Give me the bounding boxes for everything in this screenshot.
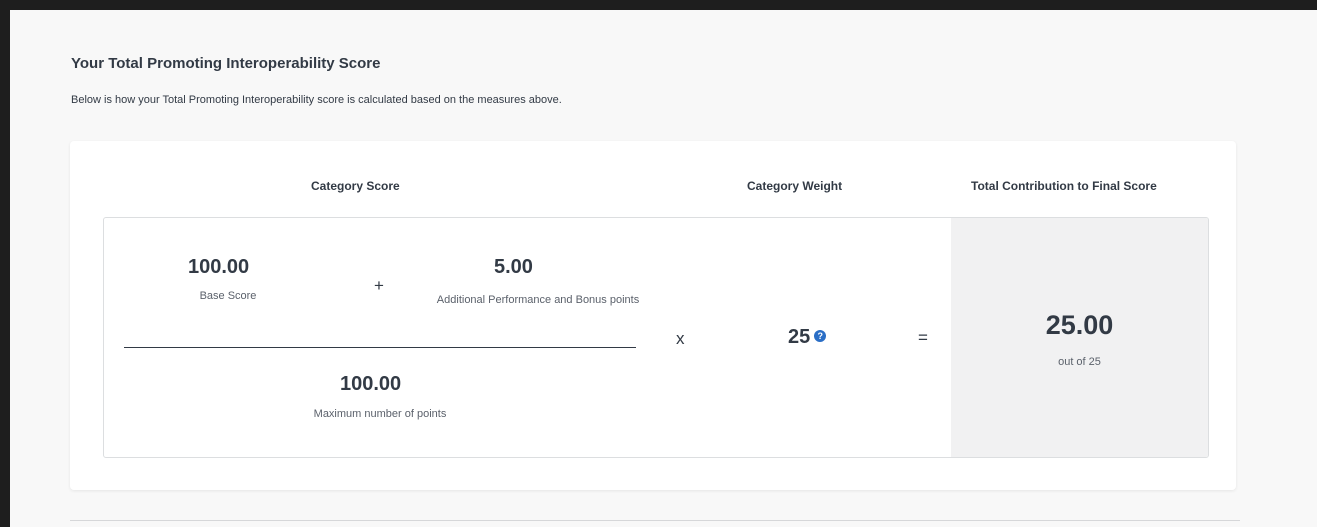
- total-contribution-label: out of 25: [1058, 356, 1101, 368]
- category-score-header: Category Score: [311, 179, 400, 193]
- additional-points-label: Additional Performance and Bonus points: [436, 294, 640, 306]
- total-contribution-header: Total Contribution to Final Score: [971, 179, 1157, 193]
- category-weight-header: Category Weight: [747, 179, 843, 193]
- base-score-label: Base Score: [199, 290, 257, 302]
- max-points-value: 100.00: [340, 373, 402, 395]
- fraction-divider: [124, 347, 636, 348]
- multiply-operator: x: [676, 329, 685, 348]
- calculation-panel: 100.00 Base Score + 5.00 Additional Perf…: [103, 217, 1209, 458]
- content-area: Your Total Promoting Interoperability Sc…: [10, 10, 1317, 527]
- section-divider: [70, 520, 1240, 521]
- total-contribution-value: 25.00: [1045, 310, 1114, 340]
- section-subtitle: Below is how your Total Promoting Intero…: [71, 94, 562, 106]
- category-weight-number: 25: [788, 326, 811, 348]
- additional-points-value: 5.00: [494, 256, 533, 278]
- score-calculation-card: Category Score Category Weight Total Con…: [70, 141, 1236, 490]
- category-weight-value: 25?: [788, 326, 827, 349]
- section-title: Your Total Promoting Interoperability Sc…: [71, 55, 381, 72]
- help-circle-icon[interactable]: ?: [814, 329, 827, 342]
- equals-operator: =: [918, 328, 928, 347]
- base-score-value: 100.00: [188, 256, 250, 278]
- max-points-label: Maximum number of points: [313, 408, 447, 420]
- plus-operator: +: [374, 276, 384, 295]
